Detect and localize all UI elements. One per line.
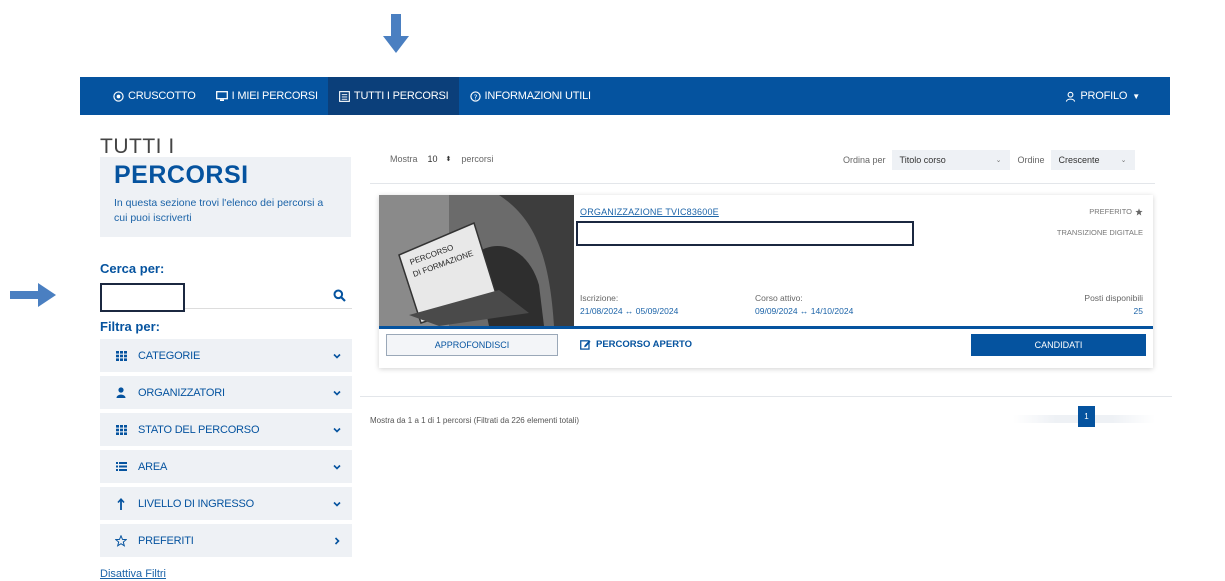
active-course-label: Corso attivo: — [755, 293, 803, 303]
list-icon — [114, 460, 128, 474]
grid-icon — [114, 423, 128, 437]
chevron-right-icon — [334, 536, 340, 545]
filter-label-text: STATO DEL PERCORSO — [138, 423, 260, 436]
filter-label-text: AREA — [138, 460, 168, 473]
organization-link[interactable]: ORGANIZZAZIONE TVIC83600E — [580, 207, 719, 217]
chevron-down-icon — [333, 464, 341, 470]
star-icon — [1135, 207, 1143, 215]
seats-label: Posti disponibili — [1084, 293, 1143, 303]
nav-item-tutti-i-percorsi[interactable]: TUTTI I PERCORSI — [327, 77, 459, 115]
arrow-up-icon — [114, 497, 128, 511]
sort-label: Ordina per — [843, 155, 886, 165]
filter-label-text: PREFERITI — [138, 534, 194, 547]
nav-label: INFORMAZIONI UTILI — [484, 90, 592, 102]
top-navbar: CRUSCOTTO I MIEI PERCORSI TUTTI I PERCOR… — [80, 77, 1170, 115]
grid-icon — [114, 349, 128, 363]
filter-label-text: CATEGORIE — [138, 349, 201, 362]
nav-label: TUTTI I PERCORSI — [353, 90, 449, 102]
divider — [370, 183, 1155, 184]
caret-down-icon: ▼ — [1132, 91, 1140, 101]
intro-box: PERCORSI In questa sezione trovi l'elenc… — [100, 157, 351, 237]
chevron-down-icon: ⌄ — [995, 157, 1002, 164]
annotation-arrow-right-icon — [10, 283, 56, 307]
search-label: Cerca per: — [100, 261, 165, 276]
intro-text: In questa sezione trovi l'elenco dei per… — [114, 197, 324, 224]
dashboard-icon — [112, 90, 125, 103]
area-tag: TRANSIZIONE DIGITALE — [1056, 228, 1143, 237]
filter-stato-del-percorso[interactable]: STATO DEL PERCORSO — [100, 413, 352, 446]
nav-item-cruscotto[interactable]: CRUSCOTTO — [102, 77, 206, 115]
search-box — [100, 283, 352, 312]
nav-item-informazioni-utili[interactable]: ? INFORMAZIONI UTILI — [459, 77, 601, 115]
page-size-select[interactable]: 10 ⬍ — [424, 151, 456, 167]
select-arrows-icon: ⬍ — [445, 156, 452, 163]
nav-item-i-miei-percorsi[interactable]: I MIEI PERCORSI — [206, 77, 328, 115]
star-outline-icon — [114, 534, 128, 548]
apply-button[interactable]: CANDIDATI — [971, 334, 1146, 356]
profile-menu[interactable]: PROFILO ▼ — [1054, 77, 1150, 115]
profile-label: PROFILO — [1080, 90, 1128, 102]
enrollment-dates: 21/08/2024 ↔ 05/09/2024 — [580, 306, 679, 316]
chevron-down-icon — [333, 390, 341, 396]
edit-icon — [580, 340, 591, 350]
filter-preferiti[interactable]: PREFERITI — [100, 524, 352, 557]
sort-value: Titolo corso — [899, 155, 946, 165]
enrollment-label: Iscrizione: — [580, 293, 619, 303]
list-icon — [338, 90, 351, 103]
sort-select[interactable]: Titolo corso ⌄ — [891, 150, 1010, 170]
filter-organizzatori[interactable]: ORGANIZZATORI — [100, 376, 352, 409]
nav-label: I MIEI PERCORSI — [231, 90, 318, 102]
filter-label: Filtra per: — [100, 319, 160, 334]
filter-livello-di-ingresso[interactable]: LIVELLO DI INGRESSO — [100, 487, 352, 520]
sort-controls: Ordina per Titolo corso ⌄ Ordine Crescen… — [843, 150, 1135, 170]
course-title[interactable] — [576, 221, 914, 246]
page-size-control: Mostra 10 ⬍ percorsi — [390, 151, 493, 167]
results-summary: Mostra da 1 a 1 di 1 percorsi (Filtrati … — [370, 416, 579, 425]
filter-label-text: ORGANIZZATORI — [138, 386, 225, 399]
course-thumbnail: PERCORSO DI FORMAZIONE — [379, 195, 574, 326]
disable-filters-link[interactable]: Disattiva Filtri — [100, 568, 166, 580]
favorite-label: PREFERITO — [1089, 207, 1132, 216]
order-select[interactable]: Crescente ⌄ — [1050, 150, 1135, 170]
chevron-down-icon — [333, 501, 341, 507]
page-button-1[interactable]: 1 — [1078, 406, 1095, 427]
page-title: PERCORSI — [114, 161, 249, 189]
filter-label-text: LIVELLO DI INGRESSO — [138, 497, 255, 510]
page-title-line1: TUTTI I — [100, 135, 175, 158]
search-icon[interactable] — [333, 289, 346, 302]
page-size-value: 10 — [427, 154, 438, 164]
seats-value: 25 — [1133, 306, 1143, 316]
divider — [360, 396, 1172, 397]
order-value: Crescente — [1058, 155, 1100, 165]
search-input[interactable] — [100, 283, 185, 312]
course-status: PERCORSO APERTO — [580, 339, 692, 350]
page-size-label: Mostra — [390, 154, 418, 164]
active-course-dates: 09/09/2024 ↔ 14/10/2024 — [755, 306, 854, 316]
help-icon: ? — [469, 90, 482, 103]
page-size-suffix: percorsi — [461, 154, 494, 164]
order-label: Ordine — [1017, 155, 1045, 165]
card-divider — [379, 326, 1153, 329]
course-card: PERCORSO DI FORMAZIONE ORGANIZZAZIONE TV… — [379, 195, 1153, 368]
annotation-arrow-down-icon — [383, 14, 409, 53]
filter-list: CATEGORIE ORGANIZZATORI STATO DEL PERCOR… — [100, 339, 352, 561]
user-icon — [114, 386, 128, 400]
user-icon — [1064, 90, 1077, 103]
chevron-down-icon: ⌄ — [1120, 157, 1127, 164]
course-status-text: PERCORSO APERTO — [596, 339, 693, 350]
monitor-icon — [216, 90, 229, 103]
details-button[interactable]: APPROFONDISCI — [386, 334, 558, 356]
chevron-down-icon — [333, 353, 341, 359]
chevron-down-icon — [333, 427, 341, 433]
svg-text:?: ? — [473, 92, 477, 101]
nav-label: CRUSCOTTO — [128, 90, 196, 102]
filter-categorie[interactable]: CATEGORIE — [100, 339, 352, 372]
filter-area[interactable]: AREA — [100, 450, 352, 483]
favorite-toggle[interactable]: PREFERITO — [1089, 207, 1143, 216]
